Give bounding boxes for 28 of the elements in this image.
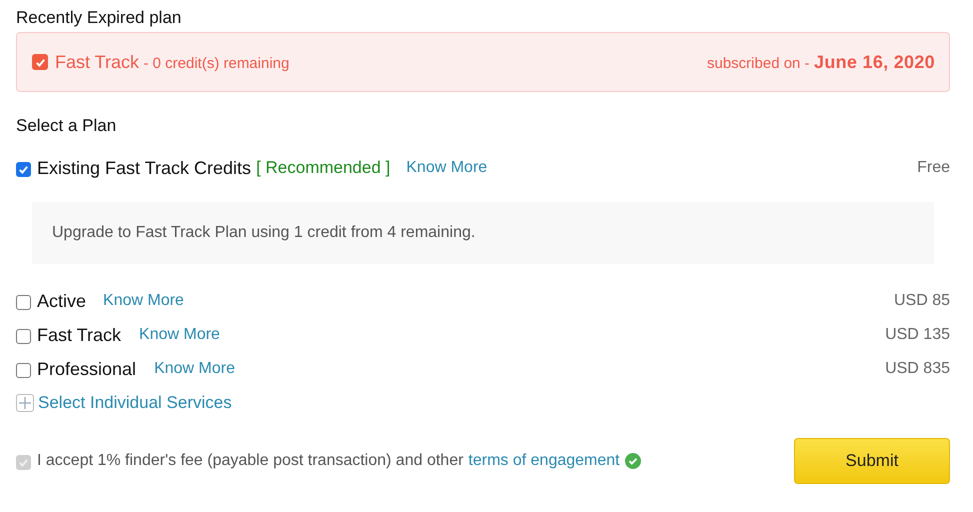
plan-name: Fast Track [37,324,122,346]
know-more-link[interactable]: Know More [139,326,220,344]
recommended-tag: [ Recommended ] [256,158,390,178]
know-more-link[interactable]: Know More [103,292,184,310]
plan-note: Upgrade to Fast Track Plan using 1 credit from 4 remaining. [32,202,934,264]
plus-icon[interactable] [16,394,34,412]
checkmark-icon [18,457,29,468]
accept-text: I accept 1% finder's fee (payable post transaction) and other [37,452,464,470]
plan-price: Free [917,159,950,177]
individual-services-link[interactable]: Select Individual Services [38,393,232,413]
plan-summary: Fast Track - 0 credit(s) remaining [55,52,290,72]
section-heading: Recently Expired plan [16,7,182,29]
plan-name: Professional [37,358,136,380]
checkmark-icon [18,164,29,175]
checkbox[interactable] [16,363,31,378]
section-heading: Select a Plan [16,115,118,137]
submit-button[interactable]: Submit [794,438,950,484]
plan-name: Existing Fast Track Credits [37,158,252,178]
plan-price: USD 135 [885,326,950,344]
know-more-link[interactable]: Know More [406,159,488,177]
checkbox[interactable] [16,295,31,310]
plan-name: Active [37,290,86,312]
checkbox[interactable] [16,329,31,344]
plan-price: USD 835 [885,360,950,378]
checkbox[interactable] [16,162,31,177]
know-more-link[interactable]: Know More [154,360,235,378]
plan-price: USD 85 [894,292,950,310]
subscription-date: subscribed on - June 16, 2020 [707,52,935,72]
